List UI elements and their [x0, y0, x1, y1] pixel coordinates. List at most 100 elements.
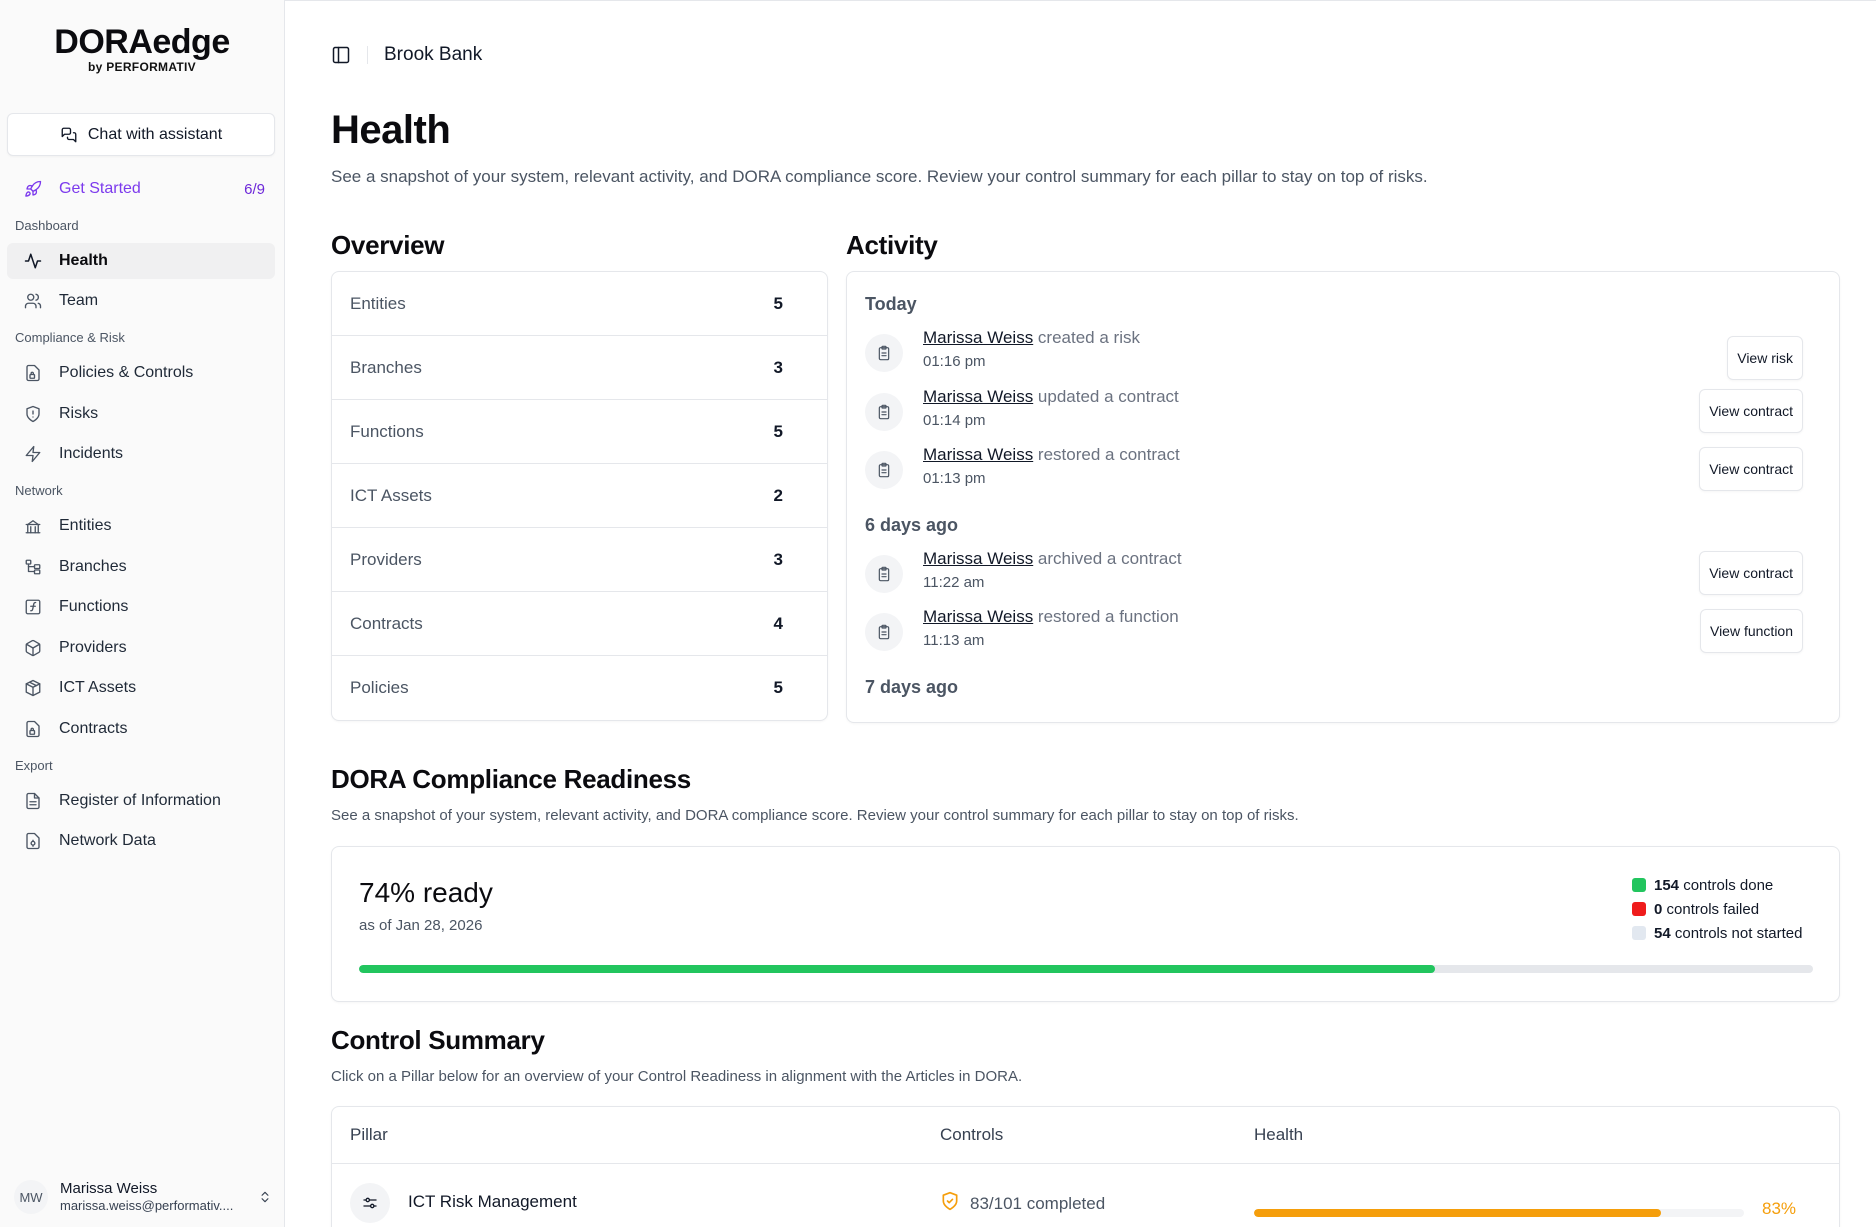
overview-row[interactable]: Contracts 4 [332, 592, 827, 656]
page-header: Brook Bank [331, 44, 482, 66]
legend-item-not-started: 54 controls not started [1632, 921, 1802, 945]
sidebar-item-ict-assets[interactable]: ICT Assets [7, 670, 275, 706]
activity-actor-link[interactable]: Marissa Weiss [923, 549, 1033, 568]
user-email: marissa.weiss@performativ.... [60, 1198, 234, 1213]
sidebar-item-network-data[interactable]: Network Data [7, 823, 275, 859]
overview-row[interactable]: Branches 3 [332, 336, 827, 400]
sidebar-item-team[interactable]: Team [7, 283, 275, 319]
lightning-icon [24, 445, 42, 463]
chat-with-assistant-button[interactable]: Chat with assistant [7, 113, 275, 156]
overview-row[interactable]: ICT Assets 2 [332, 464, 827, 528]
file-lock-icon [24, 364, 42, 382]
pillar-health-bar [1254, 1209, 1744, 1217]
activity-title: Activity [846, 230, 938, 260]
sidebar-item-risks[interactable]: Risks [7, 396, 275, 432]
overview-value: 3 [773, 549, 783, 569]
overview-value: 5 [773, 421, 783, 441]
sidebar-item-providers[interactable]: Providers [7, 630, 275, 666]
activity-actor-link[interactable]: Marissa Weiss [923, 387, 1033, 406]
legend-label: controls failed [1662, 900, 1760, 918]
activity-action: restored a contract [1033, 445, 1180, 464]
sidebar-toggle-icon[interactable] [331, 45, 351, 65]
sliders-icon [350, 1183, 390, 1223]
section-label-network: Network [15, 483, 63, 498]
overview-row[interactable]: Entities 5 [332, 272, 827, 336]
header-divider [367, 46, 368, 64]
sidebar-item-functions[interactable]: Functions [7, 589, 275, 625]
activity-actor-link[interactable]: Marissa Weiss [923, 607, 1033, 626]
column-header-controls: Controls [940, 1125, 1004, 1144]
brand-logo[interactable]: DORAedge by PERFORMATIV [48, 22, 236, 74]
activity-item: Marissa Weiss updated a contract 01:14 p… [865, 387, 1803, 437]
pillar-controls: 83/101 completed [940, 1191, 1105, 1216]
sidebar-item-policies[interactable]: Policies & Controls [7, 355, 275, 391]
readiness-subtitle: See a snapshot of your system, relevant … [331, 807, 1299, 824]
overview-value: 5 [773, 678, 783, 697]
pillar-health-percent: 83% [1762, 1199, 1797, 1218]
activity-actor-link[interactable]: Marissa Weiss [923, 328, 1033, 347]
sidebar-item-branches[interactable]: Branches [7, 549, 275, 585]
shield-icon [24, 405, 42, 423]
activity-action: updated a contract [1033, 387, 1179, 406]
activity-time: 11:22 am [923, 574, 985, 591]
sidebar-item-health[interactable]: Health [7, 243, 275, 279]
activity-action: restored a function [1033, 607, 1179, 626]
activity-text: Marissa Weiss restored a contract [923, 445, 1180, 465]
sidebar-item-incidents[interactable]: Incidents [7, 436, 275, 472]
control-summary-table: Pillar Controls Health ICT Risk Manageme… [331, 1106, 1840, 1227]
file-text-icon [24, 792, 42, 810]
overview-row[interactable]: Policies 5 [332, 656, 827, 720]
clipboard-icon [865, 613, 903, 651]
legend-swatch [1632, 902, 1646, 916]
clipboard-icon [865, 334, 903, 372]
ready-date: as of Jan 28, 2026 [359, 917, 483, 934]
function-icon [24, 598, 42, 616]
sidebar-item-contracts[interactable]: Contracts [7, 711, 275, 747]
sidebar-item-label: Entities [59, 517, 112, 534]
activity-text: Marissa Weiss updated a contract [923, 387, 1179, 407]
view-contract-button[interactable]: View contract [1699, 389, 1803, 433]
sidebar-item-label: Team [59, 292, 99, 309]
overview-row[interactable]: Providers 3 [332, 528, 827, 592]
pillar-controls-text: 83/101 completed [970, 1193, 1106, 1213]
activity-actor-link[interactable]: Marissa Weiss [923, 445, 1033, 464]
pillar-name: ICT Risk Management [408, 1192, 577, 1211]
clipboard-icon [865, 393, 903, 431]
clipboard-icon [865, 451, 903, 489]
sidebar-item-get-started[interactable]: Get Started 6/9 [7, 171, 275, 207]
sidebar-item-register[interactable]: Register of Information [7, 783, 275, 819]
activity-group-label: 6 days ago [865, 515, 959, 535]
column-header-pillar: Pillar [350, 1125, 388, 1144]
page-subtitle: See a snapshot of your system, relevant … [331, 167, 1428, 186]
sidebar-item-entities[interactable]: Entities [7, 508, 275, 544]
view-risk-button[interactable]: View risk [1727, 336, 1803, 380]
activity-action: archived a contract [1033, 549, 1182, 568]
overview-title: Overview [331, 230, 445, 260]
sidebar-item-label: Branches [59, 558, 127, 575]
users-icon [24, 292, 42, 310]
overview-row[interactable]: Functions 5 [332, 400, 827, 464]
shield-check-icon [940, 1191, 960, 1216]
view-contract-button[interactable]: View contract [1699, 447, 1803, 491]
page-title: Health [331, 108, 451, 152]
sidebar-item-label: ICT Assets [59, 679, 137, 696]
view-contract-button[interactable]: View contract [1699, 551, 1803, 595]
control-summary-title: Control Summary [331, 1025, 545, 1055]
activity-time: 01:14 pm [923, 412, 986, 429]
ready-percentage: 74% ready [359, 877, 493, 908]
section-label-dashboard: Dashboard [15, 218, 79, 233]
user-menu[interactable]: MW Marissa Weiss marissa.weiss@performat… [14, 1175, 272, 1219]
org-name: Brook Bank [384, 44, 483, 65]
chat-button-label: Chat with assistant [87, 125, 223, 143]
activity-icon [24, 252, 42, 270]
readiness-card: 74% ready as of Jan 28, 2026 154 control… [331, 846, 1840, 1002]
section-label-export: Export [15, 758, 53, 773]
control-summary-subtitle: Click on a Pillar below for an overview … [331, 1068, 1023, 1085]
view-function-button[interactable]: View function [1699, 609, 1803, 653]
activity-item: Marissa Weiss restored a function 11:13 … [865, 607, 1803, 657]
activity-time: 01:16 pm [923, 353, 986, 370]
overview-label: Policies [350, 678, 409, 697]
sidebar: DORAedge by PERFORMATIV Chat with assist… [0, 0, 285, 1227]
boxes-icon [24, 679, 42, 697]
activity-text: Marissa Weiss archived a contract [923, 549, 1182, 569]
